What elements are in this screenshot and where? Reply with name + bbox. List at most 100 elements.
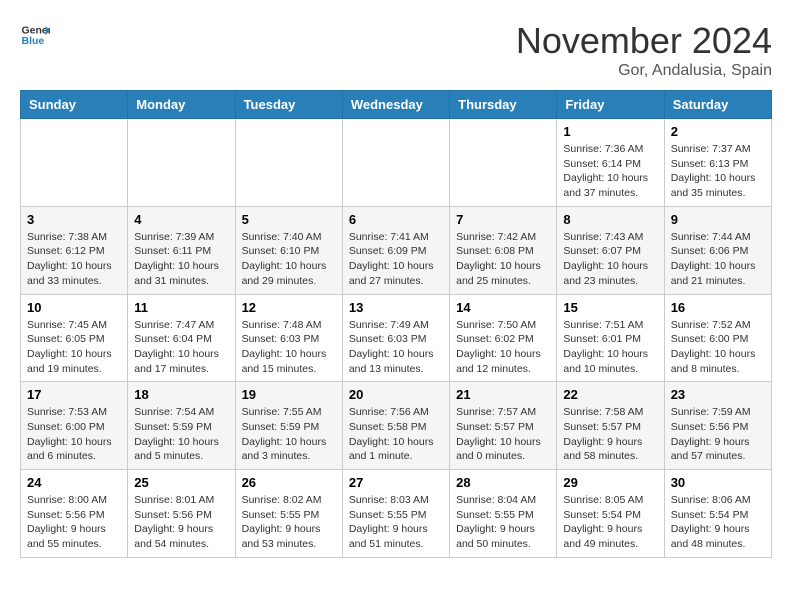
- calendar-day-cell: 7 Sunrise: 7:42 AMSunset: 6:08 PMDaylight…: [450, 206, 557, 294]
- logo-icon: General Blue: [20, 20, 50, 50]
- day-number: 3: [27, 212, 121, 227]
- day-number: 14: [456, 300, 550, 315]
- day-number: 8: [563, 212, 657, 227]
- weekday-header-cell: Monday: [128, 91, 235, 119]
- day-number: 24: [27, 475, 121, 490]
- calendar-week-row: 17Sunrise: 7:53 AMSunset: 6:00 PMDayligh…: [21, 382, 772, 470]
- day-info: Sunrise: 8:00 AMSunset: 5:56 PMDaylight:…: [27, 493, 121, 552]
- day-info: Sunrise: 7:43 AMSunset: 6:07 PMDaylight:…: [563, 230, 657, 289]
- day-info: Sunrise: 7:40 AMSunset: 6:10 PMDaylight:…: [242, 230, 336, 289]
- day-info: Sunrise: 7:45 AMSunset: 6:05 PMDaylight:…: [27, 318, 121, 377]
- day-number: 5: [242, 212, 336, 227]
- day-number: 6: [349, 212, 443, 227]
- day-number: 22: [563, 387, 657, 402]
- day-info: Sunrise: 8:05 AMSunset: 5:54 PMDaylight:…: [563, 493, 657, 552]
- day-number: 11: [134, 300, 228, 315]
- day-number: 28: [456, 475, 550, 490]
- calendar-day-cell: [235, 119, 342, 207]
- day-number: 23: [671, 387, 765, 402]
- calendar-day-cell: 28 Sunrise: 8:04 AMSunset: 5:55 PMDayligh…: [450, 470, 557, 558]
- day-number: 4: [134, 212, 228, 227]
- day-info: Sunrise: 7:39 AMSunset: 6:11 PMDaylight:…: [134, 230, 228, 289]
- calendar-day-cell: 9Sunrise: 7:44 AMSunset: 6:06 PMDaylight…: [664, 206, 771, 294]
- calendar-day-cell: 26Sunrise: 8:02 AMSunset: 5:55 PMDayligh…: [235, 470, 342, 558]
- day-info: Sunrise: 7:51 AMSunset: 6:01 PMDaylight:…: [563, 318, 657, 377]
- day-info: Sunrise: 7:36 AMSunset: 6:14 PMDaylight:…: [563, 142, 657, 201]
- calendar-day-cell: [342, 119, 449, 207]
- day-info: Sunrise: 8:04 AMSunset: 5:55 PMDaylight:…: [456, 493, 550, 552]
- calendar-day-cell: 2 Sunrise: 7:37 AMSunset: 6:13 PMDaylight…: [664, 119, 771, 207]
- day-number: 7: [456, 212, 550, 227]
- day-number: 15: [563, 300, 657, 315]
- calendar-day-cell: 3 Sunrise: 7:38 AMSunset: 6:12 PMDaylight…: [21, 206, 128, 294]
- logo: General Blue: [20, 20, 50, 50]
- weekday-header: SundayMondayTuesdayWednesdayThursdayFrid…: [21, 91, 772, 119]
- day-number: 27: [349, 475, 443, 490]
- day-number: 17: [27, 387, 121, 402]
- day-number: 29: [563, 475, 657, 490]
- calendar-day-cell: 25 Sunrise: 8:01 AMSunset: 5:56 PMDayligh…: [128, 470, 235, 558]
- calendar-day-cell: 13Sunrise: 7:49 AMSunset: 6:03 PMDayligh…: [342, 294, 449, 382]
- header: General Blue November 2024 Gor, Andalusi…: [20, 20, 772, 80]
- day-info: Sunrise: 7:48 AMSunset: 6:03 PMDaylight:…: [242, 318, 336, 377]
- calendar-day-cell: 11Sunrise: 7:47 AMSunset: 6:04 PMDayligh…: [128, 294, 235, 382]
- day-info: Sunrise: 8:06 AMSunset: 5:54 PMDaylight:…: [671, 493, 765, 552]
- weekday-header-cell: Friday: [557, 91, 664, 119]
- calendar-day-cell: 20Sunrise: 7:56 AMSunset: 5:58 PMDayligh…: [342, 382, 449, 470]
- day-number: 2: [671, 124, 765, 139]
- day-number: 13: [349, 300, 443, 315]
- day-info: Sunrise: 7:38 AMSunset: 6:12 PMDaylight:…: [27, 230, 121, 289]
- weekday-header-cell: Saturday: [664, 91, 771, 119]
- calendar-day-cell: 29 Sunrise: 8:05 AMSunset: 5:54 PMDayligh…: [557, 470, 664, 558]
- day-number: 18: [134, 387, 228, 402]
- day-number: 25: [134, 475, 228, 490]
- day-info: Sunrise: 7:54 AMSunset: 5:59 PMDaylight:…: [134, 405, 228, 464]
- day-number: 1: [563, 124, 657, 139]
- weekday-header-cell: Thursday: [450, 91, 557, 119]
- calendar-week-row: 24 Sunrise: 8:00 AMSunset: 5:56 PMDayligh…: [21, 470, 772, 558]
- calendar-day-cell: 1 Sunrise: 7:36 AMSunset: 6:14 PMDaylight…: [557, 119, 664, 207]
- calendar-week-row: 3 Sunrise: 7:38 AMSunset: 6:12 PMDaylight…: [21, 206, 772, 294]
- calendar-day-cell: 12Sunrise: 7:48 AMSunset: 6:03 PMDayligh…: [235, 294, 342, 382]
- calendar-day-cell: 8 Sunrise: 7:43 AMSunset: 6:07 PMDaylight…: [557, 206, 664, 294]
- calendar-body: 1 Sunrise: 7:36 AMSunset: 6:14 PMDaylight…: [21, 119, 772, 558]
- day-info: Sunrise: 8:02 AMSunset: 5:55 PMDaylight:…: [242, 493, 336, 552]
- calendar-day-cell: 27 Sunrise: 8:03 AMSunset: 5:55 PMDayligh…: [342, 470, 449, 558]
- day-info: Sunrise: 7:59 AMSunset: 5:56 PMDaylight:…: [671, 405, 765, 464]
- month-title: November 2024: [516, 20, 772, 62]
- calendar-day-cell: [450, 119, 557, 207]
- calendar-day-cell: 30 Sunrise: 8:06 AMSunset: 5:54 PMDayligh…: [664, 470, 771, 558]
- calendar-table: SundayMondayTuesdayWednesdayThursdayFrid…: [20, 90, 772, 558]
- calendar-day-cell: 15 Sunrise: 7:51 AMSunset: 6:01 PMDayligh…: [557, 294, 664, 382]
- day-info: Sunrise: 7:55 AMSunset: 5:59 PMDaylight:…: [242, 405, 336, 464]
- calendar-day-cell: 23 Sunrise: 7:59 AMSunset: 5:56 PMDayligh…: [664, 382, 771, 470]
- day-info: Sunrise: 7:52 AMSunset: 6:00 PMDaylight:…: [671, 318, 765, 377]
- calendar-day-cell: 24 Sunrise: 8:00 AMSunset: 5:56 PMDayligh…: [21, 470, 128, 558]
- title-area: November 2024 Gor, Andalusia, Spain: [516, 20, 772, 80]
- day-info: Sunrise: 7:37 AMSunset: 6:13 PMDaylight:…: [671, 142, 765, 201]
- day-number: 9: [671, 212, 765, 227]
- day-number: 30: [671, 475, 765, 490]
- day-info: Sunrise: 7:50 AMSunset: 6:02 PMDaylight:…: [456, 318, 550, 377]
- day-info: Sunrise: 7:41 AMSunset: 6:09 PMDaylight:…: [349, 230, 443, 289]
- day-info: Sunrise: 8:01 AMSunset: 5:56 PMDaylight:…: [134, 493, 228, 552]
- calendar-day-cell: 4 Sunrise: 7:39 AMSunset: 6:11 PMDaylight…: [128, 206, 235, 294]
- day-number: 20: [349, 387, 443, 402]
- day-info: Sunrise: 7:57 AMSunset: 5:57 PMDaylight:…: [456, 405, 550, 464]
- day-info: Sunrise: 8:03 AMSunset: 5:55 PMDaylight:…: [349, 493, 443, 552]
- calendar-day-cell: 19 Sunrise: 7:55 AMSunset: 5:59 PMDayligh…: [235, 382, 342, 470]
- calendar-day-cell: 18 Sunrise: 7:54 AMSunset: 5:59 PMDayligh…: [128, 382, 235, 470]
- weekday-header-cell: Tuesday: [235, 91, 342, 119]
- calendar-day-cell: 22 Sunrise: 7:58 AMSunset: 5:57 PMDayligh…: [557, 382, 664, 470]
- day-number: 19: [242, 387, 336, 402]
- calendar-day-cell: [21, 119, 128, 207]
- day-info: Sunrise: 7:42 AMSunset: 6:08 PMDaylight:…: [456, 230, 550, 289]
- weekday-header-cell: Wednesday: [342, 91, 449, 119]
- calendar-day-cell: 16Sunrise: 7:52 AMSunset: 6:00 PMDayligh…: [664, 294, 771, 382]
- calendar-day-cell: 5 Sunrise: 7:40 AMSunset: 6:10 PMDaylight…: [235, 206, 342, 294]
- weekday-header-cell: Sunday: [21, 91, 128, 119]
- calendar-day-cell: [128, 119, 235, 207]
- day-info: Sunrise: 7:58 AMSunset: 5:57 PMDaylight:…: [563, 405, 657, 464]
- calendar-day-cell: 6 Sunrise: 7:41 AMSunset: 6:09 PMDaylight…: [342, 206, 449, 294]
- location-title: Gor, Andalusia, Spain: [516, 62, 772, 80]
